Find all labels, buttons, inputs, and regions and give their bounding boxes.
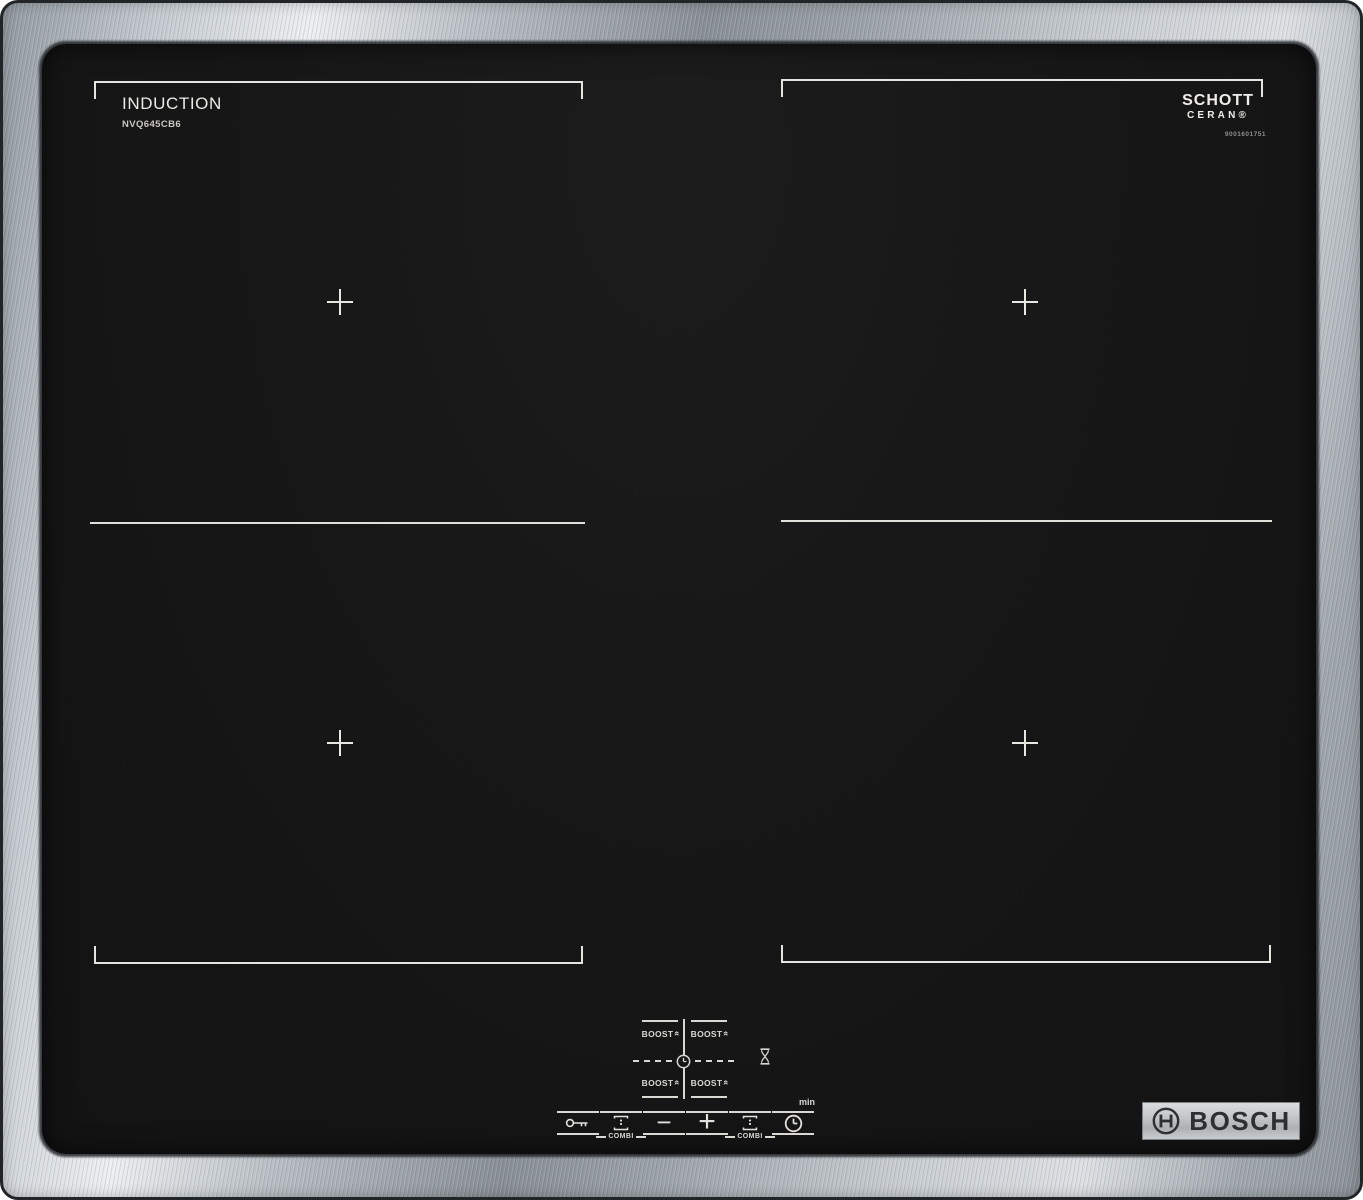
boost-label: BOOST	[690, 1078, 723, 1088]
bosch-anchor-icon	[1151, 1106, 1181, 1136]
induction-label: INDUCTION	[122, 94, 222, 113]
minus-key[interactable]: −	[643, 1107, 685, 1137]
boost-key-front-left[interactable]: BOOST»	[632, 1078, 688, 1088]
boost-chevron-icon: »	[671, 1080, 682, 1086]
boost-chevron-icon: »	[720, 1031, 731, 1037]
zone-separator-left	[90, 522, 585, 524]
bosch-logo-text: BOSCH	[1189, 1106, 1291, 1136]
combi-icon	[600, 1111, 642, 1135]
schott-wordmark: SCHOTT	[1182, 92, 1254, 109]
zone-plus-marker-front-right	[1012, 289, 1038, 315]
zone-plus-marker-rear-right	[1012, 730, 1038, 756]
combi-icon	[729, 1111, 771, 1135]
timer-dashed-line-left	[633, 1060, 675, 1062]
schott-ceran-logo: SCHOTT CERAN®	[1166, 93, 1270, 121]
zone-plus-marker-rear-left	[327, 730, 353, 756]
boost-chevron-icon: »	[720, 1080, 731, 1086]
boost-line-top-left	[642, 1020, 678, 1022]
boost-key-rear-right[interactable]: BOOST»	[681, 1029, 737, 1039]
zone-plus-marker-front-left	[327, 289, 353, 315]
boost-label: BOOST	[641, 1078, 674, 1088]
bosch-badge: BOSCH	[1142, 1102, 1300, 1140]
zone-separator-right	[781, 520, 1272, 522]
timer-key[interactable]	[772, 1111, 814, 1135]
childlock-key[interactable]	[557, 1111, 599, 1135]
combi-key-left[interactable]: COMBI	[596, 1111, 646, 1140]
combi-label: COMBI	[737, 1133, 763, 1140]
print-number: 9001601751	[1224, 131, 1266, 138]
boost-chevron-icon: »	[671, 1031, 682, 1037]
combi-key-right[interactable]: COMBI	[725, 1111, 775, 1140]
boost-line-bottom-left	[642, 1096, 678, 1098]
plus-key[interactable]: +	[686, 1107, 728, 1137]
clock-icon	[772, 1111, 814, 1135]
timer-dashed-line-right	[695, 1060, 738, 1062]
key-lock-icon	[557, 1111, 599, 1135]
boost-label: BOOST	[641, 1029, 674, 1039]
hourglass-icon	[759, 1048, 771, 1065]
zone-bracket-bottom-left	[94, 946, 583, 964]
boost-line-top-right	[691, 1020, 727, 1022]
minutes-label: min	[798, 1097, 815, 1107]
ceramic-glass-surface	[42, 44, 1316, 1154]
ceran-wordmark: CERAN®	[1186, 110, 1250, 121]
model-number: NVQ645CB6	[122, 119, 182, 130]
zone-bracket-bottom-right	[781, 945, 1271, 963]
minus-symbol: −	[656, 1107, 672, 1137]
combi-label: COMBI	[608, 1133, 634, 1140]
timer-clock-icon	[676, 1054, 691, 1069]
boost-key-front-right[interactable]: BOOST»	[681, 1078, 737, 1088]
boost-line-bottom-right	[691, 1096, 727, 1098]
boost-label: BOOST	[690, 1029, 723, 1039]
induction-hob: INDUCTION NVQ645CB6 SCHOTT CERAN® 900160…	[0, 0, 1363, 1200]
boost-key-rear-left[interactable]: BOOST»	[632, 1029, 688, 1039]
